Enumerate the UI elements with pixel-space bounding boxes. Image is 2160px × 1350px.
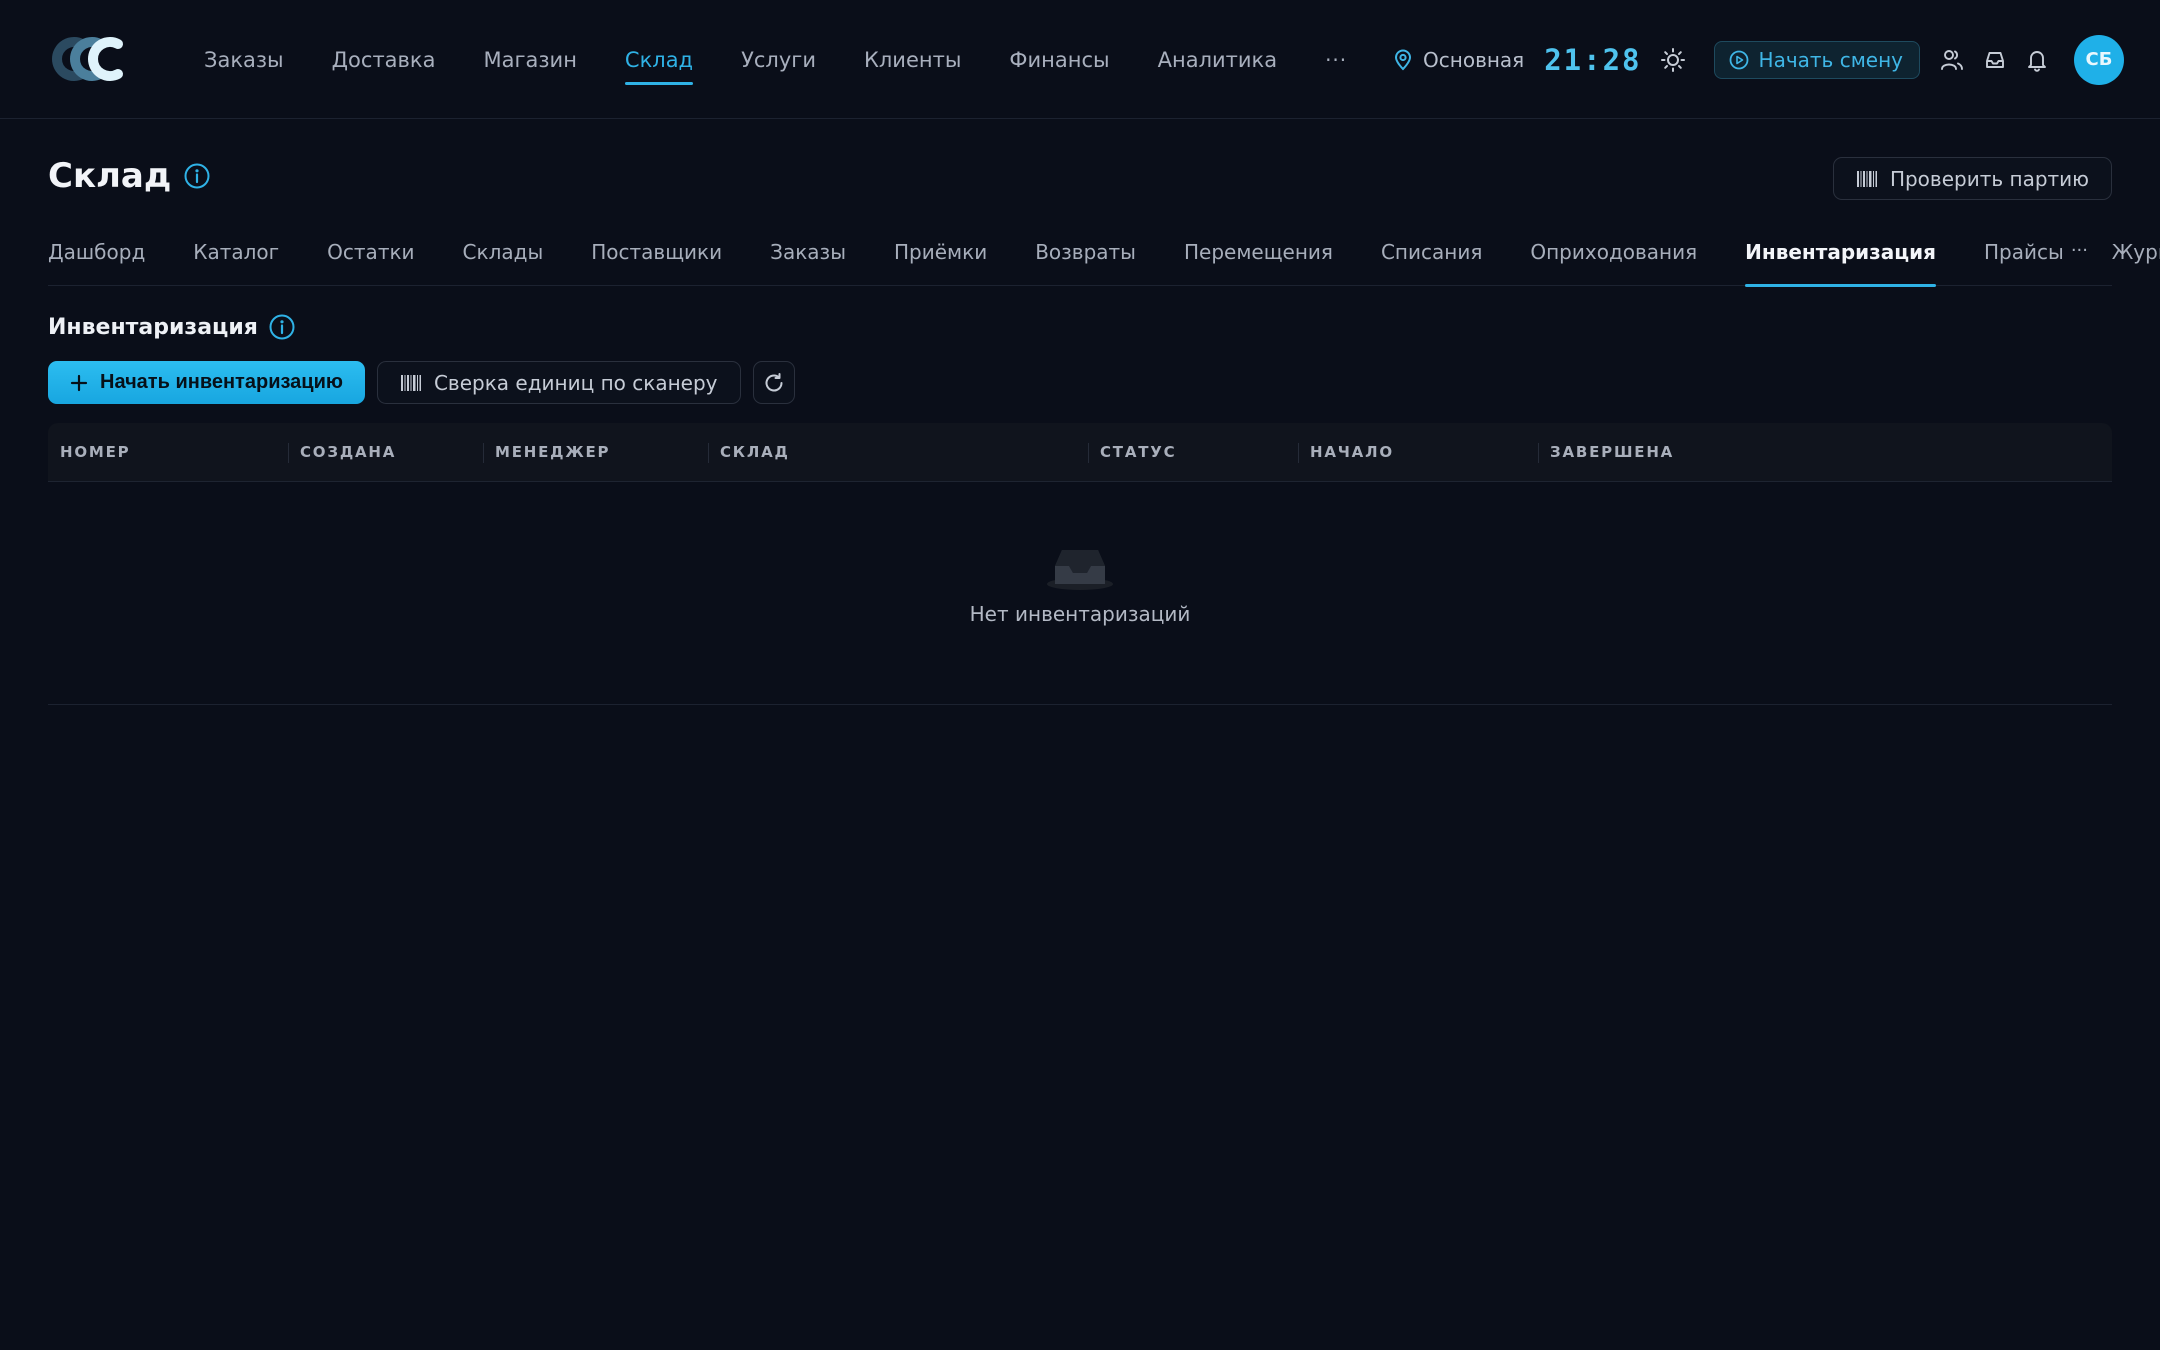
section-title-row: Инвентаризация — [48, 313, 296, 341]
column-header-number[interactable]: НОМЕР — [48, 423, 288, 482]
empty-state: Нет инвентаризаций — [48, 546, 2112, 626]
sun-icon — [1660, 47, 1686, 73]
column-header-status[interactable]: СТАТУС — [1088, 423, 1298, 482]
empty-state-text: Нет инвентаризаций — [969, 602, 1191, 626]
section-actions: Начать инвентаризацию Сверка единиц по с… — [48, 361, 795, 404]
info-icon[interactable] — [183, 162, 211, 190]
tab-transfers[interactable]: Перемещения — [1184, 222, 1333, 286]
clock: 21:28 — [1544, 42, 1642, 77]
tab-returns[interactable]: Возвраты — [1035, 222, 1136, 286]
page-title-row: Склад — [48, 156, 211, 196]
check-batch-button[interactable]: Проверить партию — [1832, 157, 2112, 200]
inventory-table: НОМЕР СОЗДАНА МЕНЕДЖЕР СКЛАД СТАТУС НАЧА… — [48, 423, 2112, 705]
nav-item-clients[interactable]: Клиенты — [840, 0, 985, 119]
location-selector[interactable]: Основная — [1393, 48, 1524, 72]
scanner-reconcile-button[interactable]: Сверка единиц по сканеру — [376, 361, 741, 404]
inbox-button[interactable] — [1984, 49, 2006, 71]
nav-item-analytics[interactable]: Аналитика — [1134, 0, 1301, 119]
column-header-manager[interactable]: МЕНЕДЖЕР — [483, 423, 708, 482]
theme-toggle-button[interactable] — [1660, 47, 1686, 73]
start-shift-button[interactable]: Начать смену — [1713, 40, 1920, 79]
check-batch-label: Проверить партию — [1889, 166, 2089, 191]
tab-postings[interactable]: Оприходования — [1530, 222, 1697, 286]
page-title: Склад — [48, 156, 172, 196]
info-icon[interactable] — [268, 313, 296, 341]
location-label: Основная — [1423, 47, 1525, 72]
nav-more-button[interactable]: ··· — [1301, 48, 1371, 72]
tab-receipts[interactable]: Приёмки — [894, 222, 987, 286]
tab-price-lists[interactable]: Прайсы — [1984, 222, 2064, 286]
avatar[interactable]: СБ — [2074, 34, 2124, 85]
barcode-icon — [400, 374, 422, 392]
tab-write-offs[interactable]: Списания — [1381, 222, 1482, 286]
tab-stock[interactable]: Остатки — [327, 222, 414, 286]
nav-item-finance[interactable]: Финансы — [985, 0, 1133, 119]
start-shift-label: Начать смену — [1758, 47, 1903, 72]
column-header-finished[interactable]: ЗАВЕРШЕНА — [1538, 423, 1838, 482]
tab-journal[interactable]: Журнал — [2112, 222, 2160, 286]
table-header: НОМЕР СОЗДАНА МЕНЕДЖЕР СКЛАД СТАТУС НАЧА… — [48, 423, 2112, 482]
main-nav: Заказы Доставка Магазин Склад Услуги Кли… — [180, 0, 1371, 119]
tab-orders[interactable]: Заказы — [770, 222, 846, 286]
users-button[interactable] — [1940, 48, 1964, 72]
bell-icon — [2026, 48, 2048, 72]
refresh-icon — [763, 372, 785, 394]
nav-item-delivery[interactable]: Доставка — [308, 0, 460, 119]
tab-warehouses[interactable]: Склады — [463, 222, 544, 286]
tab-dashboard[interactable]: Дашборд — [48, 222, 145, 286]
scanner-reconcile-label: Сверка единиц по сканеру — [433, 370, 718, 395]
column-header-warehouse[interactable]: СКЛАД — [708, 423, 1088, 482]
tab-inventory[interactable]: Инвентаризация — [1745, 222, 1936, 287]
inbox-icon — [1984, 49, 2006, 71]
play-circle-icon — [1729, 50, 1749, 70]
warehouse-subtabs: Дашборд Каталог Остатки Склады Поставщик… — [48, 222, 2160, 287]
column-header-created[interactable]: СОЗДАНА — [288, 423, 483, 482]
barcode-icon — [1856, 170, 1878, 188]
tab-catalog[interactable]: Каталог — [193, 222, 279, 286]
plus-icon — [70, 374, 88, 392]
empty-inbox-icon — [1045, 546, 1115, 592]
top-bar: Заказы Доставка Магазин Склад Услуги Кли… — [0, 0, 2160, 119]
start-inventory-label: Начать инвентаризацию — [100, 371, 343, 393]
subtabs-more-button[interactable]: ··· — [2071, 240, 2088, 261]
column-header-start[interactable]: НАЧАЛО — [1298, 423, 1538, 482]
tab-suppliers[interactable]: Поставщики — [591, 222, 722, 286]
logo[interactable] — [48, 36, 134, 82]
section-title: Инвентаризация — [48, 314, 258, 340]
nav-item-shop[interactable]: Магазин — [459, 0, 600, 119]
nav-item-orders[interactable]: Заказы — [180, 0, 308, 119]
start-inventory-button[interactable]: Начать инвентаризацию — [48, 361, 365, 404]
map-pin-icon — [1393, 49, 1413, 71]
top-right-controls: Основная 21:28 Начать смену СБ — [1393, 0, 2124, 119]
nav-item-warehouse[interactable]: Склад — [601, 0, 717, 119]
users-icon — [1940, 48, 1964, 72]
nav-item-services[interactable]: Услуги — [717, 0, 840, 119]
notifications-button[interactable] — [2026, 48, 2048, 72]
refresh-button[interactable] — [752, 361, 795, 404]
